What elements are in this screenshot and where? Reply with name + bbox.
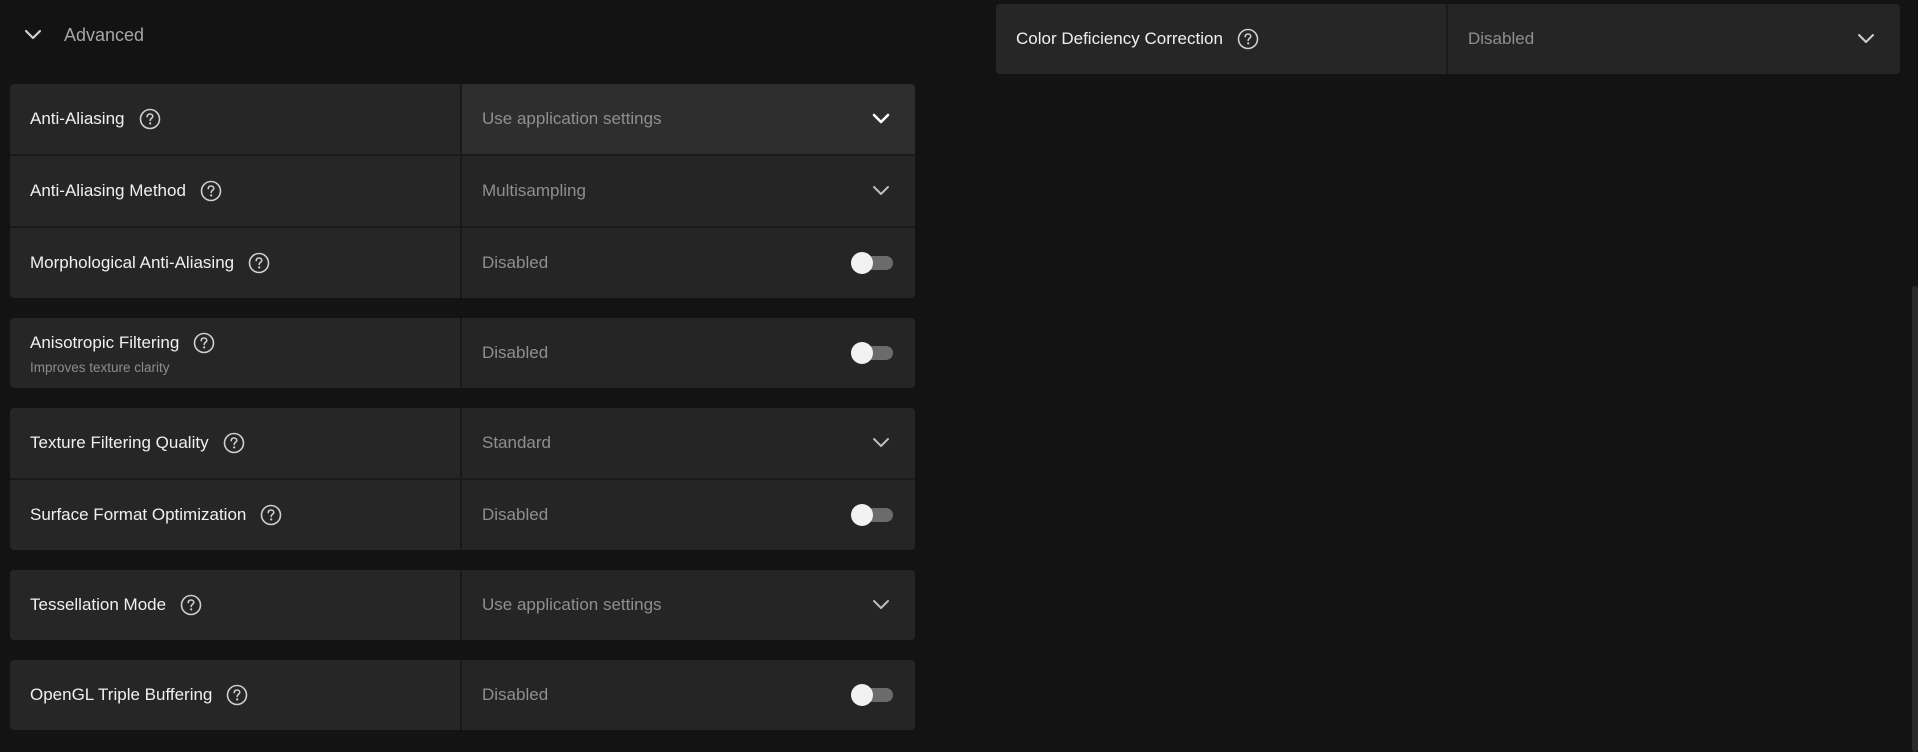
setting-label: Anti-Aliasing [30, 109, 125, 128]
chevron-down-icon [869, 593, 893, 617]
toggle-knob [851, 504, 873, 526]
opengl-triple-buffering-toggle-row: Disabled [462, 660, 915, 730]
chevron-down-icon [1854, 27, 1878, 51]
toggle-knob [851, 684, 873, 706]
help-icon[interactable] [248, 252, 270, 274]
setting-row-morphological-anti-aliasing: Morphological Anti-Aliasing Disabled [10, 226, 915, 298]
setting-label: Anti-Aliasing Method [30, 181, 186, 200]
advanced-section-header[interactable]: Advanced [22, 18, 144, 52]
help-icon[interactable] [200, 180, 222, 202]
help-icon[interactable] [180, 594, 202, 616]
help-icon[interactable] [226, 684, 248, 706]
setting-description: Improves texture clarity [30, 359, 170, 375]
settings-group: Anisotropic Filtering Improves texture cl… [10, 318, 915, 388]
help-icon[interactable] [1237, 28, 1259, 50]
settings-group: Anti-Aliasing Use application settings Ant… [10, 84, 915, 298]
setting-row-color-deficiency-correction: Color Deficiency Correction Disabled [996, 4, 1900, 74]
setting-label: Surface Format Optimization [30, 505, 247, 524]
chevron-down-icon [869, 431, 893, 455]
setting-label: OpenGL Triple Buffering [30, 685, 213, 704]
settings-list: Anti-Aliasing Use application settings Ant… [10, 84, 915, 750]
setting-label: Tessellation Mode [30, 595, 167, 614]
settings-group: Tessellation Mode Use application setting… [10, 570, 915, 640]
scrollbar[interactable] [1912, 286, 1918, 752]
setting-value: Disabled [482, 253, 549, 272]
setting-row-texture-filtering-quality: Texture Filtering Quality Standard [10, 408, 915, 478]
help-icon[interactable] [193, 332, 215, 354]
anti-aliasing-dropdown[interactable]: Use application settings [462, 84, 915, 154]
setting-value: Use application settings [482, 595, 662, 614]
setting-row-anti-aliasing-method: Anti-Aliasing Method Multisampling [10, 154, 915, 226]
setting-label: Color Deficiency Correction [1016, 29, 1223, 48]
toggle-knob [851, 342, 873, 364]
morphological-anti-aliasing-toggle-row: Disabled [462, 228, 915, 298]
advanced-settings-panel: Advanced Anti-Aliasing Use application se… [0, 0, 1918, 752]
setting-label: Anisotropic Filtering [30, 332, 180, 352]
toggle-knob [851, 252, 873, 274]
setting-value: Disabled [482, 505, 549, 524]
setting-value: Standard [482, 433, 551, 452]
setting-label: Texture Filtering Quality [30, 433, 209, 452]
setting-value: Disabled [1468, 29, 1535, 48]
toggle-switch[interactable] [851, 342, 893, 364]
setting-value: Disabled [482, 685, 549, 704]
setting-row-opengl-triple-buffering: OpenGL Triple Buffering Disabled [10, 660, 915, 730]
toggle-switch[interactable] [851, 252, 893, 274]
setting-label: Morphological Anti-Aliasing [30, 253, 235, 272]
settings-group: Texture Filtering Quality Standard Surface… [10, 408, 915, 550]
setting-value: Multisampling [482, 181, 586, 200]
settings-group: OpenGL Triple Buffering Disabled [10, 660, 915, 730]
setting-row-anti-aliasing: Anti-Aliasing Use application settings [10, 84, 915, 154]
anisotropic-filtering-toggle-row: Disabled [462, 318, 915, 388]
texture-filtering-quality-dropdown[interactable]: Standard [462, 408, 915, 478]
chevron-down-icon [869, 107, 893, 131]
chevron-down-icon [22, 24, 44, 46]
surface-format-optimization-toggle-row: Disabled [462, 480, 915, 550]
chevron-down-icon [869, 179, 893, 203]
color-deficiency-dropdown[interactable]: Disabled [1448, 4, 1900, 74]
help-icon[interactable] [139, 108, 161, 130]
setting-row-anisotropic-filtering: Anisotropic Filtering Improves texture cl… [10, 318, 915, 388]
toggle-switch[interactable] [851, 504, 893, 526]
setting-value: Disabled [482, 343, 549, 362]
help-icon[interactable] [223, 432, 245, 454]
help-icon[interactable] [260, 504, 282, 526]
advanced-section-label: Advanced [64, 24, 145, 45]
setting-value: Use application settings [482, 109, 662, 128]
tessellation-mode-dropdown[interactable]: Use application settings [462, 570, 915, 640]
setting-row-tessellation-mode: Tessellation Mode Use application setting… [10, 570, 915, 640]
anti-aliasing-method-dropdown[interactable]: Multisampling [462, 156, 915, 226]
toggle-switch[interactable] [851, 684, 893, 706]
setting-row-surface-format-optimization: Surface Format Optimization Disabled [10, 478, 915, 550]
